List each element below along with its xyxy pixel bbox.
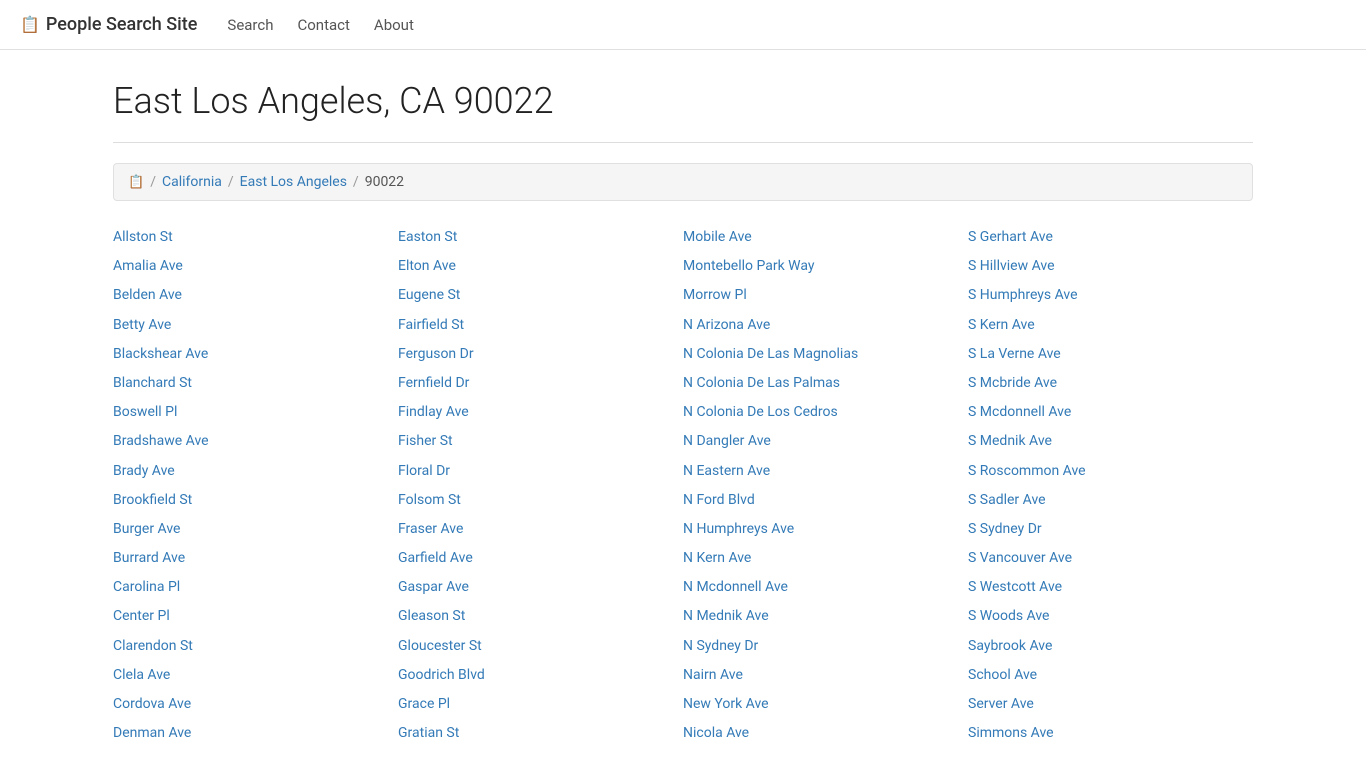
street-link[interactable]: Gleason St [398, 604, 673, 629]
street-link[interactable]: S Mednik Ave [968, 429, 1243, 454]
street-link[interactable]: Fraser Ave [398, 517, 673, 542]
nav-link-contact[interactable]: Contact [297, 16, 349, 34]
street-link[interactable]: Simmons Ave [968, 721, 1243, 746]
breadcrumb: 📋 / California / East Los Angeles / 9002… [113, 163, 1253, 201]
street-link[interactable]: New York Ave [683, 692, 958, 717]
street-link[interactable]: Server Ave [968, 692, 1243, 717]
street-link[interactable]: Belden Ave [113, 283, 388, 308]
street-link[interactable]: Eugene St [398, 283, 673, 308]
brand-icon: 📋 [20, 15, 40, 34]
nav-link-search[interactable]: Search [227, 16, 273, 34]
street-col-4: S Gerhart Ave S Hillview Ave S Humphreys A… [968, 225, 1253, 746]
street-link[interactable]: S Hillview Ave [968, 254, 1243, 279]
street-link[interactable]: Montebello Park Way [683, 254, 958, 279]
nav-menu: Search Contact About [227, 16, 413, 34]
street-link[interactable]: S Sadler Ave [968, 488, 1243, 513]
street-link[interactable]: S Gerhart Ave [968, 225, 1243, 250]
street-link[interactable]: Grace Pl [398, 692, 673, 717]
breadcrumb-current: 90022 [365, 174, 404, 190]
street-col-1: Allston St Amalia Ave Belden Ave Betty Ave B… [113, 225, 398, 746]
street-link[interactable]: S Woods Ave [968, 604, 1243, 629]
street-link[interactable]: N Humphreys Ave [683, 517, 958, 542]
street-link[interactable]: N Mcdonnell Ave [683, 575, 958, 600]
street-link[interactable]: Denman Ave [113, 721, 388, 746]
nav-item-about[interactable]: About [374, 16, 414, 34]
page-title: East Los Angeles, CA 90022 [113, 80, 1253, 122]
street-link[interactable]: S Vancouver Ave [968, 546, 1243, 571]
breadcrumb-california[interactable]: California [162, 174, 222, 190]
street-link[interactable]: Floral Dr [398, 459, 673, 484]
street-link[interactable]: Betty Ave [113, 313, 388, 338]
nav-item-contact[interactable]: Contact [297, 16, 349, 34]
brand-label: People Search Site [46, 14, 197, 35]
street-link[interactable]: N Colonia De Las Palmas [683, 371, 958, 396]
street-link[interactable]: N Kern Ave [683, 546, 958, 571]
street-link[interactable]: Clarendon St [113, 634, 388, 659]
street-link[interactable]: Carolina Pl [113, 575, 388, 600]
nav-link-about[interactable]: About [374, 16, 414, 34]
street-link[interactable]: Elton Ave [398, 254, 673, 279]
streets-grid: Allston St Amalia Ave Belden Ave Betty Ave B… [113, 225, 1253, 746]
breadcrumb-sep-0: / [150, 174, 156, 190]
breadcrumb-sep-1: / [228, 174, 234, 190]
street-link[interactable]: School Ave [968, 663, 1243, 688]
street-link[interactable]: N Sydney Dr [683, 634, 958, 659]
street-col-2: Easton St Elton Ave Eugene St Fairfield St F… [398, 225, 683, 746]
brand-link[interactable]: 📋 People Search Site [20, 14, 197, 35]
street-link[interactable]: S Sydney Dr [968, 517, 1243, 542]
street-link[interactable]: Center Pl [113, 604, 388, 629]
street-link[interactable]: Garfield Ave [398, 546, 673, 571]
street-link[interactable]: Blackshear Ave [113, 342, 388, 367]
street-link[interactable]: Fairfield St [398, 313, 673, 338]
street-link[interactable]: Amalia Ave [113, 254, 388, 279]
street-link[interactable]: N Dangler Ave [683, 429, 958, 454]
street-link[interactable]: Allston St [113, 225, 388, 250]
street-link[interactable]: Ferguson Dr [398, 342, 673, 367]
street-link[interactable]: S Humphreys Ave [968, 283, 1243, 308]
street-link[interactable]: S Roscommon Ave [968, 459, 1243, 484]
street-link[interactable]: N Ford Blvd [683, 488, 958, 513]
street-link[interactable]: Nairn Ave [683, 663, 958, 688]
divider [113, 142, 1253, 143]
street-link[interactable]: Blanchard St [113, 371, 388, 396]
street-link[interactable]: Mobile Ave [683, 225, 958, 250]
street-link[interactable]: Bradshawe Ave [113, 429, 388, 454]
street-link[interactable]: Burger Ave [113, 517, 388, 542]
breadcrumb-home-icon: 📋 [128, 175, 144, 190]
street-link[interactable]: Clela Ave [113, 663, 388, 688]
street-link[interactable]: Burrard Ave [113, 546, 388, 571]
breadcrumb-east-los-angeles[interactable]: East Los Angeles [240, 174, 347, 190]
breadcrumb-sep-2: / [353, 174, 359, 190]
street-link[interactable]: Brookfield St [113, 488, 388, 513]
street-link[interactable]: S Mcdonnell Ave [968, 400, 1243, 425]
street-link[interactable]: Findlay Ave [398, 400, 673, 425]
navbar: 📋 People Search Site Search Contact Abou… [0, 0, 1366, 50]
street-link[interactable]: Goodrich Blvd [398, 663, 673, 688]
street-link[interactable]: Gaspar Ave [398, 575, 673, 600]
street-link[interactable]: Cordova Ave [113, 692, 388, 717]
street-link[interactable]: N Eastern Ave [683, 459, 958, 484]
street-link[interactable]: Gratian St [398, 721, 673, 746]
street-link[interactable]: Easton St [398, 225, 673, 250]
main-content: East Los Angeles, CA 90022 📋 / Californi… [93, 50, 1273, 776]
street-link[interactable]: Brady Ave [113, 459, 388, 484]
street-link[interactable]: N Colonia De Las Magnolias [683, 342, 958, 367]
street-col-3: Mobile Ave Montebello Park Way Morrow Pl N … [683, 225, 968, 746]
street-link[interactable]: S Mcbride Ave [968, 371, 1243, 396]
street-link[interactable]: S Westcott Ave [968, 575, 1243, 600]
street-link[interactable]: N Mednik Ave [683, 604, 958, 629]
nav-item-search[interactable]: Search [227, 16, 273, 34]
street-link[interactable]: Boswell Pl [113, 400, 388, 425]
street-link[interactable]: Nicola Ave [683, 721, 958, 746]
street-link[interactable]: Folsom St [398, 488, 673, 513]
street-link[interactable]: Fernfield Dr [398, 371, 673, 396]
street-link[interactable]: S La Verne Ave [968, 342, 1243, 367]
street-link[interactable]: Morrow Pl [683, 283, 958, 308]
street-link[interactable]: N Arizona Ave [683, 313, 958, 338]
street-link[interactable]: S Kern Ave [968, 313, 1243, 338]
street-link[interactable]: Gloucester St [398, 634, 673, 659]
street-link[interactable]: Saybrook Ave [968, 634, 1243, 659]
street-link[interactable]: N Colonia De Los Cedros [683, 400, 958, 425]
street-link[interactable]: Fisher St [398, 429, 673, 454]
